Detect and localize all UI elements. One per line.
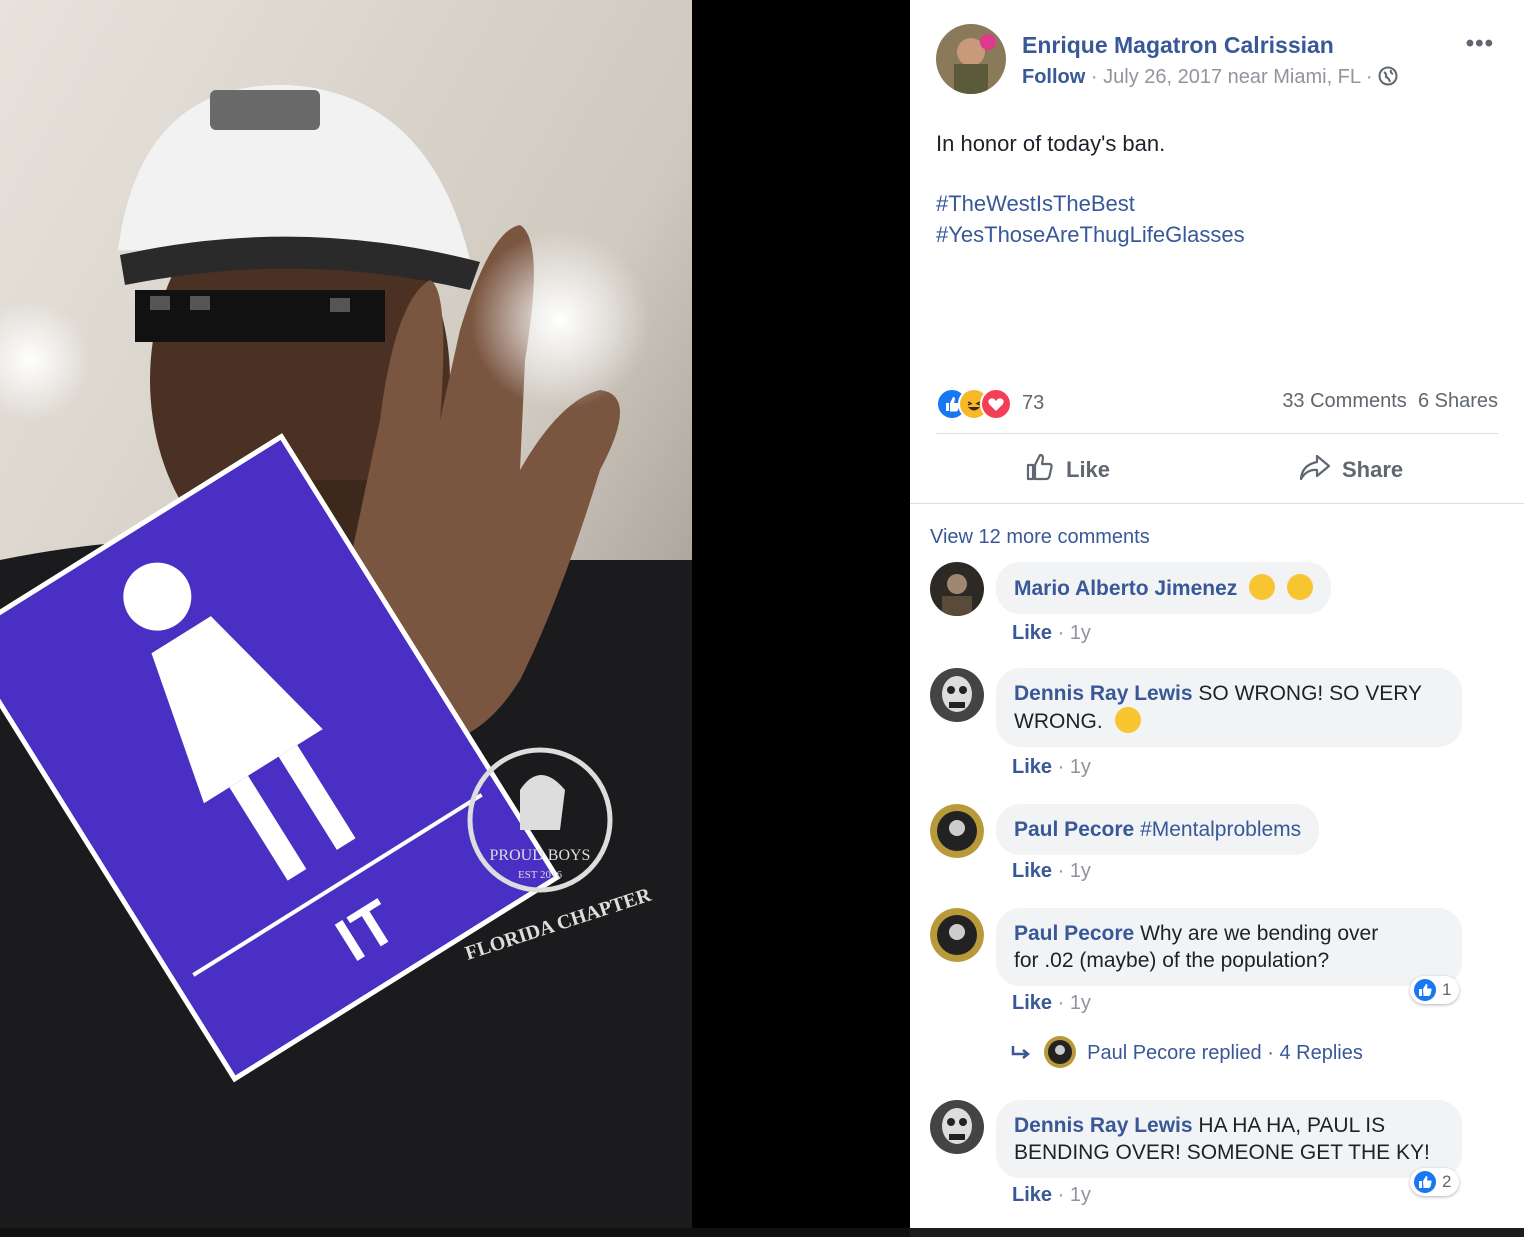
hashtag-link[interactable]: #TheWestIsTheBest bbox=[936, 188, 1245, 219]
comment-text-2: for .02 (maybe) of the population? bbox=[1014, 949, 1330, 972]
share-label: Share bbox=[1342, 457, 1404, 482]
comment-bubble: Dennis Ray Lewis SO WRONG! SO VERY WRONG… bbox=[996, 668, 1462, 747]
view-replies-link[interactable]: Paul Pecore replied · 4 Replies bbox=[1010, 1036, 1363, 1068]
share-button[interactable]: Share bbox=[1298, 442, 1403, 498]
shirt-est-text: EST 2016 bbox=[518, 869, 563, 881]
comment-time[interactable]: 1y bbox=[1070, 860, 1091, 882]
smile-emoji-icon bbox=[1286, 574, 1313, 600]
share-arrow-icon bbox=[1298, 452, 1332, 488]
follow-link[interactable]: Follow bbox=[1022, 66, 1085, 88]
like-button[interactable]: Like bbox=[1024, 442, 1110, 498]
comments-count[interactable]: 33 Comments bbox=[1282, 390, 1407, 412]
hashtag-link[interactable]: #YesThoseAreThugLifeGlasses bbox=[936, 219, 1245, 250]
commenter-name[interactable]: Paul Pecore bbox=[1014, 922, 1134, 945]
post-actions: Like Share bbox=[936, 442, 1498, 498]
photo-illustration: IT PROUD BOYS EST 2016 FLORIDA CHAPTER bbox=[0, 0, 692, 1228]
commenter-avatar[interactable] bbox=[930, 804, 984, 858]
divider bbox=[936, 433, 1498, 434]
commenter-name[interactable]: Paul Pecore bbox=[1014, 818, 1134, 841]
like-label: Like bbox=[1066, 457, 1111, 482]
wink-tongue-emoji-icon bbox=[1114, 707, 1141, 733]
comment-item: Mario Alberto Jimenez Like · 1y bbox=[930, 562, 1504, 652]
comment-meta: Like · 1y bbox=[1012, 992, 1091, 1014]
comment-bubble: Dennis Ray Lewis HA HA HA, PAUL IS BENDI… bbox=[996, 1100, 1462, 1178]
post-header: Enrique Magatron Calrissian Follow · Jul… bbox=[936, 24, 1504, 96]
more-options-icon[interactable]: ••• bbox=[1466, 30, 1494, 58]
comment-text-2: BENDING OVER! SOMEONE GET THE KY! bbox=[1014, 1141, 1430, 1164]
reaction-count: 73 bbox=[1022, 392, 1045, 414]
view-more-comments-link[interactable]: View 12 more comments bbox=[930, 526, 1150, 549]
post-stats: 73 33 Comments 6 Shares bbox=[936, 386, 1498, 420]
comment-reactions[interactable]: 2 bbox=[1410, 1168, 1460, 1196]
reply-text: Paul Pecore replied bbox=[1087, 1042, 1262, 1064]
post-hashtags: #TheWestIsTheBest #YesThoseAreThugLifeGl… bbox=[936, 188, 1245, 250]
comment-meta: Like · 1y bbox=[1012, 756, 1091, 778]
comment-hashtag[interactable]: #Mentalproblems bbox=[1140, 818, 1301, 841]
like-reaction-icon bbox=[1414, 1171, 1436, 1193]
comment-time[interactable]: 1y bbox=[1070, 622, 1091, 644]
comment-bubble: Paul Pecore Why are we bending over for … bbox=[996, 908, 1462, 986]
author-name[interactable]: Enrique Magatron Calrissian bbox=[1022, 32, 1334, 59]
comment-meta: Like · 1y bbox=[1012, 860, 1091, 882]
meta-sep: · bbox=[1090, 66, 1098, 88]
replier-avatar bbox=[1038, 1036, 1082, 1068]
love-reaction-icon bbox=[980, 388, 1012, 420]
bottom-strip bbox=[0, 1228, 910, 1237]
comment-like-link[interactable]: Like bbox=[1012, 622, 1052, 644]
author-avatar[interactable] bbox=[936, 24, 1006, 94]
photo-letterbox bbox=[692, 0, 910, 1237]
comment-item: Paul Pecore Why are we bending over for … bbox=[930, 908, 1504, 1028]
post-text: In honor of today's ban. bbox=[936, 131, 1166, 156]
shares-count[interactable]: 6 Shares bbox=[1418, 390, 1498, 412]
comment-reaction-count: 2 bbox=[1442, 1172, 1452, 1191]
comment-time[interactable]: 1y bbox=[1070, 756, 1091, 778]
reply-count: 4 Replies bbox=[1279, 1042, 1363, 1064]
commenter-avatar[interactable] bbox=[930, 668, 984, 722]
engagement-counts: 33 Comments 6 Shares bbox=[1282, 390, 1498, 413]
smile-emoji-icon bbox=[1249, 574, 1276, 600]
comment-like-link[interactable]: Like bbox=[1012, 860, 1052, 882]
comment-item: Dennis Ray Lewis SO WRONG! SO VERY WRONG… bbox=[930, 668, 1504, 788]
comment-time[interactable]: 1y bbox=[1070, 1184, 1091, 1206]
commenter-avatar[interactable] bbox=[930, 562, 984, 616]
comment-meta: Like · 1y bbox=[1012, 1184, 1091, 1206]
comment-like-link[interactable]: Like bbox=[1012, 992, 1052, 1014]
comment-like-link[interactable]: Like bbox=[1012, 756, 1052, 778]
panel-bottom-strip bbox=[910, 1228, 1524, 1237]
commenter-avatar[interactable] bbox=[930, 908, 984, 962]
meta-sep-2: · bbox=[1365, 66, 1373, 88]
post-details-panel: Enrique Magatron Calrissian Follow · Jul… bbox=[910, 0, 1524, 1228]
comment-item: Paul Pecore #Mentalproblems Like · 1y bbox=[930, 804, 1504, 894]
comment-reactions[interactable]: 1 bbox=[1410, 976, 1460, 1004]
comment-text: Why are we bending over bbox=[1140, 922, 1379, 945]
commenter-name[interactable]: Dennis Ray Lewis bbox=[1014, 1114, 1193, 1137]
commenter-avatar[interactable] bbox=[930, 1100, 984, 1154]
commenter-name[interactable]: Dennis Ray Lewis bbox=[1014, 682, 1193, 705]
comment-text: SO WRONG! SO VERY bbox=[1198, 682, 1423, 705]
comment-time[interactable]: 1y bbox=[1070, 992, 1091, 1014]
thumbs-up-icon bbox=[1024, 451, 1056, 489]
comment-bubble: Paul Pecore #Mentalproblems bbox=[996, 804, 1320, 855]
comment-item: Dennis Ray Lewis HA HA HA, PAUL IS BENDI… bbox=[930, 1100, 1504, 1220]
reply-arrow-icon bbox=[1010, 1042, 1032, 1064]
comment-reaction-count: 1 bbox=[1442, 980, 1452, 999]
comment-like-link[interactable]: Like bbox=[1012, 1184, 1052, 1206]
commenter-name[interactable]: Mario Alberto Jimenez bbox=[1014, 577, 1237, 600]
post-meta: Follow · July 26, 2017 near Miami, FL · bbox=[1022, 66, 1398, 89]
comment-text: HA HA HA, PAUL IS bbox=[1198, 1114, 1386, 1137]
divider bbox=[910, 503, 1524, 504]
shirt-logo-text: PROUD BOYS bbox=[490, 847, 591, 864]
globe-icon bbox=[1378, 66, 1398, 88]
comment-bubble: Mario Alberto Jimenez bbox=[996, 562, 1331, 614]
like-reaction-icon bbox=[1414, 979, 1436, 1001]
post-photo[interactable]: IT PROUD BOYS EST 2016 FLORIDA CHAPTER bbox=[0, 0, 692, 1228]
post-date[interactable]: July 26, 2017 near Miami, FL bbox=[1103, 66, 1360, 88]
comment-meta: Like · 1y bbox=[1012, 622, 1091, 644]
comment-text-2: WRONG. bbox=[1014, 710, 1103, 733]
